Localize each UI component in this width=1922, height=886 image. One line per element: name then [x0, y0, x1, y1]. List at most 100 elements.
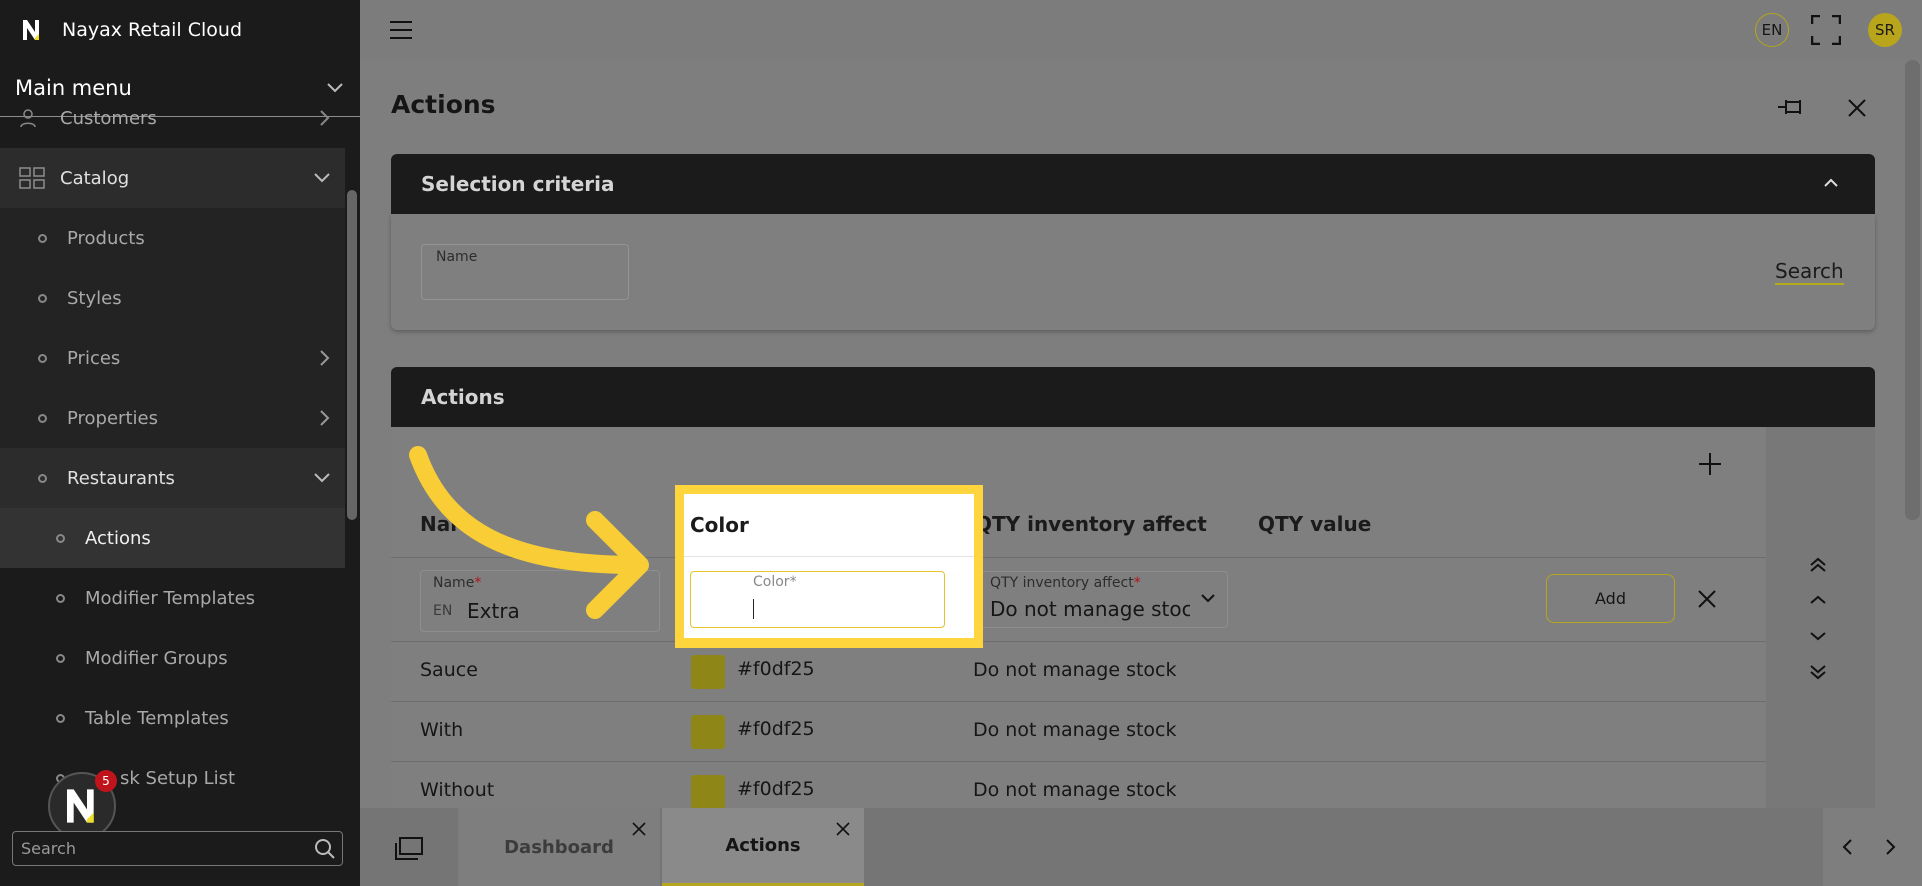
row-divider — [391, 761, 1766, 762]
tab-label: Actions — [725, 835, 801, 856]
sidebar-item-actions[interactable]: Actions — [0, 508, 345, 568]
row-name: With — [420, 719, 464, 741]
bullet-icon — [38, 473, 47, 483]
color-input[interactable]: Color* — [690, 571, 945, 628]
add-button[interactable]: Add — [1546, 574, 1675, 623]
column-header-qty-value[interactable]: QTY value — [1258, 512, 1371, 536]
bullet-icon — [56, 653, 65, 663]
tab-dashboard[interactable]: Dashboard — [458, 808, 660, 886]
row-qty-affect: Do not manage stock — [973, 719, 1177, 741]
bullet-icon — [38, 413, 47, 423]
chevron-right-icon — [320, 410, 330, 426]
selection-criteria-title: Selection criteria — [421, 172, 615, 196]
row-name: Sauce — [420, 659, 478, 681]
sidebar-item-table-templates[interactable]: Table Templates — [0, 688, 345, 748]
chevron-right-icon[interactable] — [1885, 838, 1897, 856]
nayax-logo-icon — [23, 20, 39, 40]
windows-icon[interactable] — [394, 837, 424, 861]
close-icon[interactable] — [836, 822, 850, 836]
user-avatar[interactable]: SR — [1868, 13, 1902, 47]
tutorial-arrow-icon — [409, 446, 649, 619]
move-top-icon[interactable] — [1808, 557, 1828, 573]
sidebar-item-label: Table Templates — [85, 707, 229, 729]
sidebar-scrollbar[interactable] — [347, 190, 357, 520]
chevron-right-icon — [320, 110, 330, 126]
text-caret — [753, 599, 754, 619]
column-header-color[interactable]: Color — [690, 513, 749, 537]
sidebar-item-label: Modifier Templates — [85, 587, 256, 609]
qty-affect-select[interactable]: QTY inventory affect* Do not manage stoc — [975, 571, 1228, 628]
move-bottom-icon[interactable] — [1808, 664, 1828, 680]
sidebar-item-label: Customers — [60, 107, 157, 129]
sidebar-item-prices[interactable]: Prices — [0, 328, 345, 388]
row-divider — [684, 556, 974, 557]
row-divider — [391, 701, 1766, 702]
sidebar: Nayax Retail Cloud Main menu Customers C… — [0, 0, 360, 886]
tab-actions[interactable]: Actions — [662, 808, 864, 886]
color-swatch — [691, 655, 725, 689]
name-filter-label: Name — [436, 249, 478, 265]
bullet-icon — [38, 293, 47, 303]
actions-panel-header: Actions — [391, 367, 1875, 427]
bullet-icon — [56, 593, 65, 603]
brand: Nayax Retail Cloud — [0, 0, 360, 60]
sidebar-item-label: Styles — [67, 287, 122, 309]
tab-label: Dashboard — [504, 836, 614, 858]
qty-affect-label: QTY inventory affect* — [990, 575, 1141, 591]
chevron-down-icon — [314, 173, 330, 183]
sidebar-item-label: Products — [67, 227, 145, 249]
close-icon[interactable] — [1847, 98, 1867, 118]
search-placeholder: Search — [21, 839, 76, 858]
catalog-grid-icon — [19, 167, 45, 189]
sidebar-item-styles[interactable]: Styles — [0, 268, 345, 328]
move-up-icon[interactable] — [1808, 595, 1828, 605]
chevron-down-icon — [1201, 594, 1215, 603]
add-icon[interactable] — [1698, 452, 1722, 476]
sidebar-item-label: Actions — [85, 527, 151, 549]
chevron-up-icon[interactable] — [1823, 178, 1839, 188]
sidebar-item-customers[interactable]: Customers — [0, 88, 345, 148]
bullet-icon — [56, 713, 65, 723]
close-icon[interactable] — [632, 822, 646, 836]
sidebar-item-products[interactable]: Products — [0, 208, 345, 268]
color-swatch — [691, 775, 725, 809]
row-color: #f0df25 — [737, 718, 815, 740]
move-down-icon[interactable] — [1808, 631, 1828, 641]
actions-panel-title: Actions — [421, 385, 505, 409]
chevron-left-icon[interactable] — [1841, 838, 1853, 856]
selection-criteria-header[interactable]: Selection criteria — [391, 154, 1875, 214]
tab-scroll-controls — [1823, 808, 1922, 886]
sidebar-item-label: Modifier Groups — [85, 647, 228, 669]
main-scrollbar[interactable] — [1905, 60, 1920, 520]
nayax-logo-icon — [67, 789, 94, 823]
sidebar-item-modifier-groups[interactable]: Modifier Groups — [0, 628, 345, 688]
search-button[interactable]: Search — [1775, 259, 1844, 285]
color-swatch — [691, 715, 725, 749]
app-title: Nayax Retail Cloud — [62, 19, 243, 41]
column-header-qty-affect[interactable]: QTY inventory affect — [975, 512, 1207, 536]
sidebar-item-properties[interactable]: Properties — [0, 388, 345, 448]
pin-icon[interactable] — [1776, 96, 1806, 118]
search-icon[interactable] — [314, 838, 336, 860]
qty-affect-value: Do not manage stoc — [990, 597, 1190, 621]
close-icon[interactable] — [1697, 589, 1717, 609]
sidebar-search-input[interactable]: Search — [12, 831, 343, 866]
page-title: Actions — [391, 90, 496, 119]
bullet-icon — [56, 533, 65, 543]
row-qty-affect: Do not manage stock — [973, 779, 1177, 801]
chevron-down-icon — [314, 473, 330, 483]
fullscreen-icon[interactable] — [1811, 15, 1841, 45]
language-button[interactable]: EN — [1755, 13, 1789, 47]
hamburger-menu-icon[interactable] — [389, 20, 413, 40]
top-bar: EN SR — [360, 0, 1922, 60]
sidebar-item-catalog[interactable]: Catalog — [0, 148, 345, 208]
sidebar-item-modifier-templates[interactable]: Modifier Templates — [0, 568, 345, 628]
name-filter-input[interactable]: Name — [421, 244, 629, 300]
sidebar-item-label: Properties — [67, 407, 158, 429]
bullet-icon — [38, 233, 47, 243]
sidebar-item-label: Restaurants — [67, 467, 175, 489]
row-color: #f0df25 — [737, 658, 815, 680]
sidebar-item-restaurants[interactable]: Restaurants — [0, 448, 345, 508]
row-move-controls — [1766, 427, 1875, 808]
row-color: #f0df25 — [737, 778, 815, 800]
